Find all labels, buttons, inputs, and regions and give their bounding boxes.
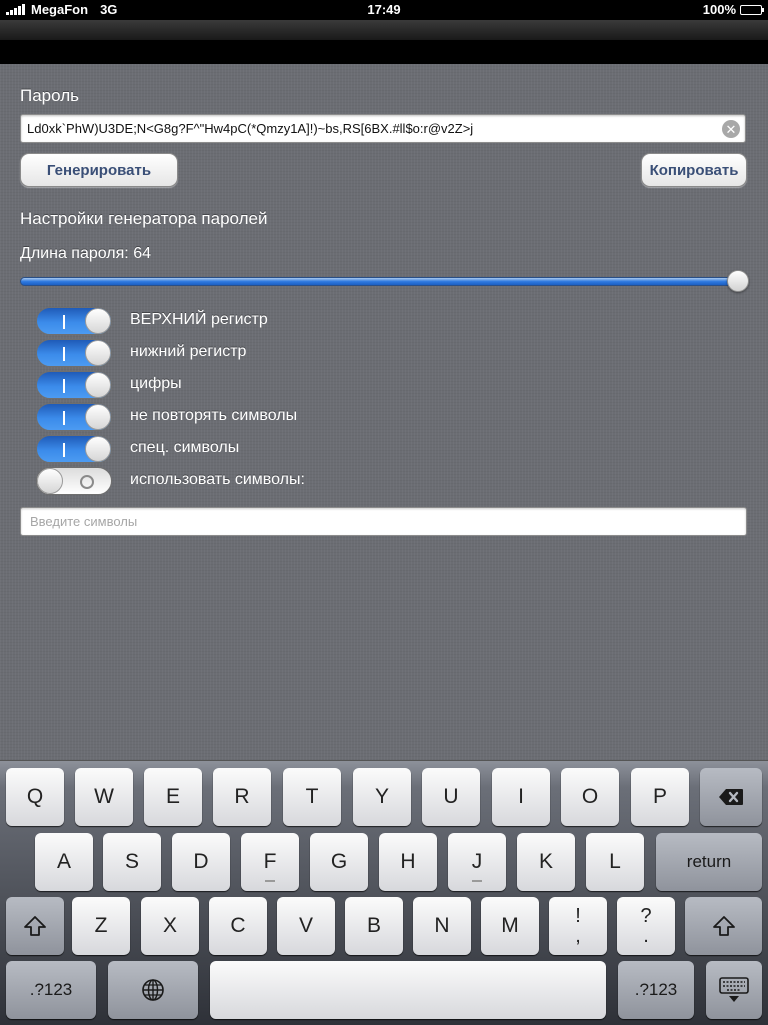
shift-key-right[interactable] xyxy=(685,897,762,955)
option-label: цифры xyxy=(130,375,182,392)
option-custom-symbols: использовать символы: xyxy=(36,467,436,495)
generate-button[interactable]: Генерировать xyxy=(20,153,178,187)
key-stack: ! , xyxy=(575,906,581,946)
generator-form: Пароль Ld0xk`PhW)U3DE;N<G8g?F^"Hw4pC(*Qm… xyxy=(0,64,768,760)
option-lowercase: нижний регистр xyxy=(36,339,436,367)
key-z[interactable]: Z xyxy=(72,897,130,955)
key-top-char: ? xyxy=(640,905,652,927)
key-j-label: J xyxy=(471,850,483,873)
key-n[interactable]: N xyxy=(413,897,471,955)
copy-button[interactable]: Копировать xyxy=(641,153,747,187)
length-label: Длина пароля: 64 xyxy=(20,245,151,262)
clear-icon[interactable]: ✕ xyxy=(722,120,740,138)
key-top-char: ! xyxy=(575,905,581,927)
password-value[interactable]: Ld0xk`PhW)U3DE;N<G8g?F^"Hw4pC(*Qmzy1A]!)… xyxy=(27,121,717,136)
option-special: спец. символы xyxy=(36,435,436,463)
lowercase-toggle[interactable] xyxy=(36,339,112,367)
numbers-key-right[interactable]: .?123 xyxy=(618,961,694,1019)
space-key[interactable] xyxy=(210,961,606,1019)
key-stack: ? . xyxy=(640,906,651,946)
option-label: нижний регистр xyxy=(130,343,247,360)
globe-key[interactable] xyxy=(108,961,198,1019)
key-i[interactable]: I xyxy=(492,768,550,826)
shift-icon xyxy=(24,916,46,936)
home-row-marker xyxy=(265,880,275,882)
status-right: 100% xyxy=(702,2,764,17)
key-w[interactable]: W xyxy=(75,768,133,826)
key-b[interactable]: B xyxy=(345,897,403,955)
option-digits: цифры xyxy=(36,371,436,399)
keyboard: Q W E R T Y U I O P A S D F G H J K L re… xyxy=(0,760,768,1025)
key-s[interactable]: S xyxy=(103,833,161,891)
numbers-key-left[interactable]: .?123 xyxy=(6,961,96,1019)
key-t[interactable]: T xyxy=(283,768,341,826)
hide-keyboard-key[interactable] xyxy=(706,961,762,1019)
status-time: 17:49 xyxy=(367,2,401,17)
key-u[interactable]: U xyxy=(422,768,480,826)
no-repeat-toggle[interactable] xyxy=(36,403,112,431)
battery-icon xyxy=(740,4,764,15)
settings-title: Настройки генератора паролей xyxy=(20,209,268,228)
key-f-label: F xyxy=(263,850,277,873)
key-bottom-char: , xyxy=(575,925,581,947)
key-j[interactable]: J xyxy=(448,833,506,891)
key-f[interactable]: F xyxy=(241,833,299,891)
navigation-bar xyxy=(0,20,768,64)
symbols-input[interactable] xyxy=(28,513,732,530)
key-m[interactable]: M xyxy=(481,897,539,955)
key-x[interactable]: X xyxy=(141,897,199,955)
key-bottom-char: . xyxy=(643,925,649,947)
key-h[interactable]: H xyxy=(379,833,437,891)
length-slider-track[interactable] xyxy=(20,277,740,286)
option-uppercase: ВЕРХНИЙ регистр xyxy=(36,307,436,335)
globe-icon xyxy=(142,979,164,1001)
digits-toggle[interactable] xyxy=(36,371,112,399)
symbols-field[interactable] xyxy=(20,507,747,536)
return-key[interactable]: return xyxy=(656,833,762,891)
key-k[interactable]: K xyxy=(517,833,575,891)
key-p[interactable]: P xyxy=(631,768,689,826)
password-label: Пароль xyxy=(20,86,79,105)
hide-keyboard-icon xyxy=(719,977,749,1002)
status-bar: MegaFon 3G 17:49 100% xyxy=(0,0,768,20)
option-label: спец. символы xyxy=(130,439,240,456)
key-v[interactable]: V xyxy=(277,897,335,955)
uppercase-toggle[interactable] xyxy=(36,307,112,335)
option-label: не повторять символы xyxy=(130,407,298,424)
key-g[interactable]: G xyxy=(310,833,368,891)
key-exclamation-comma[interactable]: ! , xyxy=(549,897,607,955)
key-r[interactable]: R xyxy=(213,768,271,826)
option-label: ВЕРХНИЙ регистр xyxy=(130,311,268,328)
custom-symbols-toggle[interactable] xyxy=(36,467,112,495)
length-slider-thumb[interactable] xyxy=(727,270,749,292)
key-a[interactable]: A xyxy=(35,833,93,891)
special-toggle[interactable] xyxy=(36,435,112,463)
battery-percent: 100% xyxy=(702,2,736,17)
key-q[interactable]: Q xyxy=(6,768,64,826)
backspace-key[interactable] xyxy=(700,768,762,826)
key-o[interactable]: O xyxy=(561,768,619,826)
backspace-icon xyxy=(719,789,743,805)
option-no-repeat: не повторять символы xyxy=(36,403,436,431)
key-e[interactable]: E xyxy=(144,768,202,826)
shift-icon xyxy=(712,916,735,936)
option-label: использовать символы: xyxy=(130,471,305,488)
password-field[interactable]: Ld0xk`PhW)U3DE;N<G8g?F^"Hw4pC(*Qmzy1A]!)… xyxy=(20,114,746,143)
home-row-marker xyxy=(472,880,482,882)
shift-key-left[interactable] xyxy=(6,897,64,955)
key-l[interactable]: L xyxy=(586,833,644,891)
key-question-period[interactable]: ? . xyxy=(617,897,675,955)
key-d[interactable]: D xyxy=(172,833,230,891)
key-y[interactable]: Y xyxy=(353,768,411,826)
key-c[interactable]: C xyxy=(209,897,267,955)
